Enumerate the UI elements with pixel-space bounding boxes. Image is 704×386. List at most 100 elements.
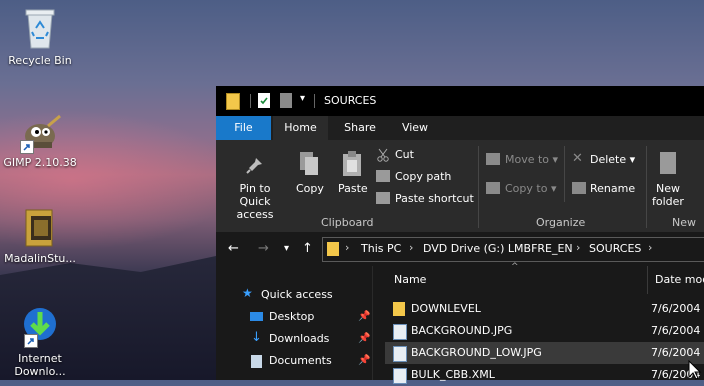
sort-ascending-icon: ^ — [511, 262, 519, 272]
ribbon-home: Pin to Quick access Copy Paste Cut Copy … — [216, 140, 704, 233]
recent-locations-icon[interactable]: ▾ — [284, 243, 289, 254]
crumb-separator: › — [648, 241, 653, 254]
organize-group-label: Organize — [536, 216, 586, 229]
image-file-icon — [393, 346, 407, 362]
column-header-name[interactable]: Name — [394, 266, 426, 294]
folder-app-icon — [23, 208, 57, 248]
shortcut-arrow-icon — [24, 334, 38, 348]
ribbon-separator — [646, 146, 647, 228]
file-list: ^ Name Date mod DOWNLEVEL 7/6/2004 BACKG… — [372, 262, 704, 384]
cut-button[interactable]: Cut — [395, 148, 414, 161]
pin-label-line-1: Pin to Quick — [239, 182, 271, 208]
desktop-icon-madalin[interactable]: MadalinStu... — [0, 208, 80, 265]
pin-label-line-2: access — [236, 208, 274, 221]
copy-to-label: Copy to — [505, 182, 548, 195]
file-date: 7/6/2004 — [651, 324, 701, 337]
crumb-this-pc[interactable]: This PC — [361, 242, 401, 255]
file-name: BACKGROUND.JPG — [411, 324, 513, 337]
new-folder-icon — [658, 150, 678, 179]
paste-shortcut-button[interactable]: Paste shortcut — [395, 192, 474, 205]
pin-to-quick-access-button[interactable]: Pin to Quick access — [224, 182, 286, 221]
window-title: SOURCES — [324, 94, 377, 107]
recycle-bin-icon — [22, 6, 58, 50]
title-divider — [250, 94, 251, 108]
mouse-cursor-icon — [688, 359, 702, 384]
star-icon: ★ — [242, 286, 253, 300]
rename-icon — [572, 182, 586, 194]
paste-shortcut-icon — [376, 192, 390, 204]
move-to-button[interactable]: Move to ▾ — [505, 153, 558, 166]
new-folder-quick-icon[interactable] — [280, 93, 292, 108]
navigation-pane: ★ Quick access Desktop 📌 ↓ Downloads 📌 D… — [216, 266, 372, 380]
pinned-icon: 📌 — [358, 311, 371, 322]
up-arrow-icon[interactable]: ↑ — [302, 241, 313, 256]
title-bar[interactable]: ▾ SOURCES — [216, 86, 704, 116]
title-divider — [314, 94, 315, 108]
download-icon: ↓ — [251, 330, 262, 345]
move-to-icon — [486, 153, 500, 165]
new-group-label: New — [672, 216, 696, 229]
ribbon-tab-bar: File Home Share View — [216, 116, 704, 140]
rename-button[interactable]: Rename — [590, 182, 635, 195]
properties-icon[interactable] — [258, 93, 270, 108]
xml-file-icon — [393, 368, 407, 384]
desktop-icon-label: MadalinStu... — [4, 252, 76, 265]
nav-item-quick-access[interactable]: Quick access — [261, 284, 333, 306]
gimp-icon — [18, 112, 62, 154]
crumb-sources[interactable]: SOURCES — [589, 242, 641, 255]
paste-icon — [341, 150, 363, 181]
copy-button[interactable]: Copy — [296, 182, 324, 195]
clipboard-group-label: Clipboard — [321, 216, 374, 229]
paste-button[interactable]: Paste — [338, 182, 368, 195]
tab-share[interactable]: Share — [332, 116, 388, 140]
file-date: 7/6/2004 — [651, 346, 701, 359]
idm-icon — [20, 304, 60, 348]
tab-view[interactable]: View — [390, 116, 440, 140]
scissors-icon — [376, 148, 390, 162]
copy-to-button[interactable]: Copy to ▾ — [505, 182, 556, 195]
crumb-separator: › — [409, 241, 414, 254]
desktop-icon-label: Internet Downlo... — [14, 352, 66, 378]
file-explorer-window: ▾ SOURCES File Home Share View Pin to Qu… — [216, 86, 704, 384]
file-row[interactable]: BULK_CBB.XML 7/6/2004 — [385, 364, 704, 386]
delete-button[interactable]: Delete ▾ — [590, 153, 635, 166]
file-date: 7/6/2004 — [651, 302, 701, 315]
folder-icon — [393, 302, 405, 316]
customize-quick-access-icon[interactable]: ▾ — [300, 93, 305, 104]
folder-icon — [226, 93, 240, 110]
column-header-date[interactable]: Date mod — [655, 266, 704, 294]
tab-file[interactable]: File — [216, 116, 271, 140]
crumb-separator: › — [345, 241, 350, 254]
new-folder-button[interactable]: New folder — [652, 182, 684, 208]
desktop-icon-idm[interactable]: Internet Downlo... — [0, 304, 80, 378]
file-row-selected[interactable]: BACKGROUND_LOW.JPG 7/6/2004 — [385, 342, 704, 364]
nav-item-downloads[interactable]: Downloads — [269, 328, 329, 350]
content-area: ★ Quick access Desktop 📌 ↓ Downloads 📌 D… — [216, 262, 704, 384]
tab-home[interactable]: Home — [273, 116, 328, 140]
copy-icon — [298, 150, 320, 181]
nav-item-desktop[interactable]: Desktop — [269, 306, 314, 328]
address-bar[interactable]: › This PC › DVD Drive (G:) LMBFRE_EN › S… — [322, 237, 704, 262]
new-folder-line-1: New — [655, 182, 680, 195]
new-folder-line-2: folder — [652, 195, 684, 208]
pinned-icon: 📌 — [358, 355, 371, 366]
desktop-icon-gimp[interactable]: GIMP 2.10.38 — [0, 112, 80, 169]
shortcut-arrow-icon — [20, 140, 34, 154]
documents-icon — [251, 355, 262, 368]
folder-icon — [327, 242, 339, 256]
desktop-icon-label: GIMP 2.10.38 — [3, 156, 77, 169]
file-row[interactable]: DOWNLEVEL 7/6/2004 — [385, 298, 704, 320]
ribbon-separator — [478, 146, 479, 228]
delete-x-icon: ✕ — [572, 151, 583, 166]
desktop-icon-recycle-bin[interactable]: Recycle Bin — [0, 6, 80, 67]
forward-arrow-icon[interactable]: → — [258, 241, 269, 256]
delete-label: Delete — [590, 153, 627, 166]
copy-path-button[interactable]: Copy path — [395, 170, 451, 183]
back-arrow-icon[interactable]: ← — [228, 241, 239, 256]
copy-path-icon — [376, 170, 390, 182]
column-separator[interactable] — [647, 266, 648, 294]
crumb-dvd-drive[interactable]: DVD Drive (G:) LMBFRE_EN — [423, 242, 573, 255]
pinned-icon: 📌 — [358, 333, 371, 344]
file-row[interactable]: BACKGROUND.JPG 7/6/2004 — [385, 320, 704, 342]
nav-item-documents[interactable]: Documents — [269, 350, 332, 372]
